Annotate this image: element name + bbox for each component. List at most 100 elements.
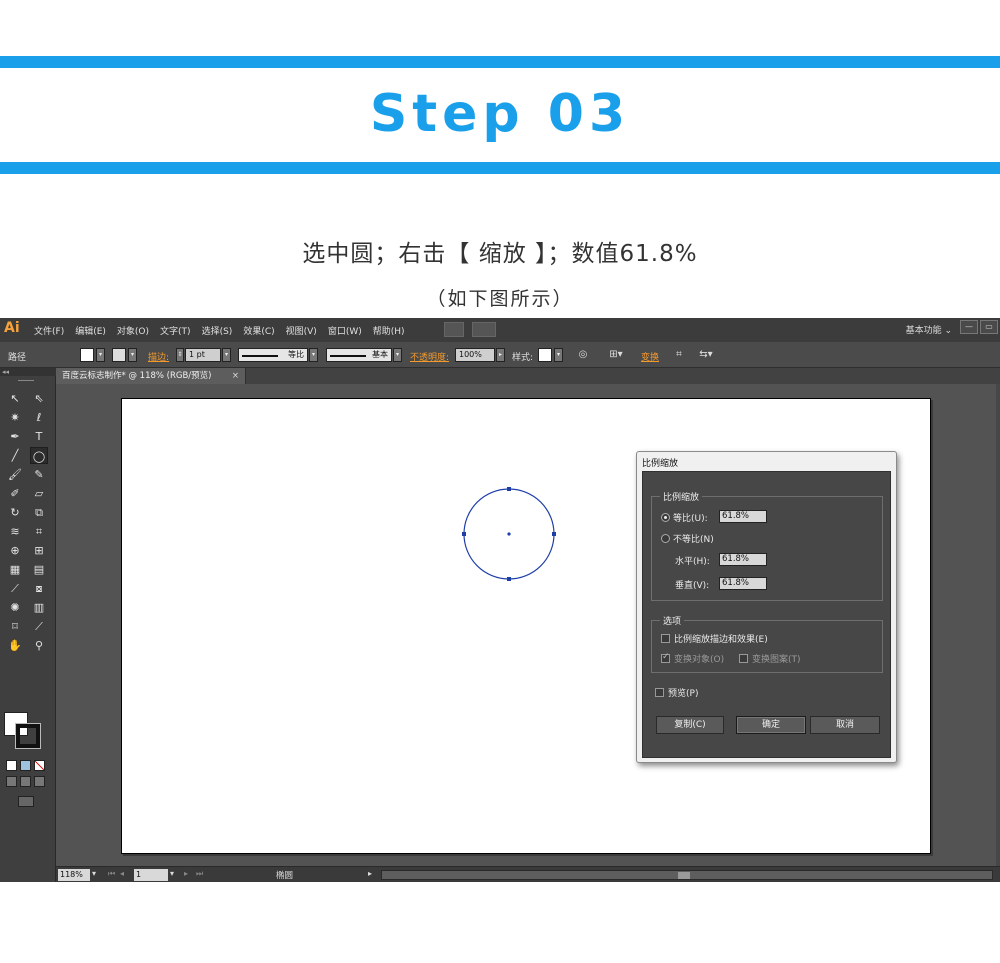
- draw-behind-icon[interactable]: [20, 776, 31, 787]
- menu-view[interactable]: 视图(V): [286, 324, 317, 337]
- uniform-option[interactable]: 等比(U):: [661, 511, 708, 524]
- zoom-field[interactable]: 118%: [58, 869, 90, 881]
- opacity-label[interactable]: 不透明度:: [410, 350, 449, 363]
- graphic-style-swatch[interactable]: [538, 348, 552, 362]
- stroke-weight-field[interactable]: 1 pt: [185, 348, 221, 362]
- anchor-bottom[interactable]: [507, 577, 511, 581]
- isolate-icon[interactable]: ⌗: [672, 349, 686, 361]
- cancel-button[interactable]: 取消: [810, 716, 880, 734]
- menu-effect[interactable]: 效果(C): [243, 324, 274, 337]
- paintbrush-icon[interactable]: 🖌: [6, 466, 24, 483]
- previous-artboard-icon[interactable]: ◂: [120, 869, 124, 878]
- pencil-icon[interactable]: ✎: [30, 466, 48, 483]
- menu-edit[interactable]: 编辑(E): [75, 324, 106, 337]
- stroke-dropdown[interactable]: ▾: [128, 348, 137, 362]
- rotate-icon[interactable]: ↻: [6, 504, 24, 521]
- control-panel-menu-icon[interactable]: ⇆▾: [694, 349, 718, 361]
- bridge-icon[interactable]: [444, 322, 464, 337]
- zoom-icon[interactable]: ⚲: [30, 637, 48, 654]
- profile-dropdown[interactable]: ▾: [309, 348, 318, 362]
- gradient-mode-icon[interactable]: [20, 760, 31, 771]
- stroke-label[interactable]: 描边:: [148, 350, 169, 363]
- draw-normal-icon[interactable]: [6, 776, 17, 787]
- blend-icon[interactable]: ⧇: [30, 580, 48, 597]
- restore-button[interactable]: ▭: [980, 320, 998, 334]
- none-mode-icon[interactable]: [34, 760, 45, 771]
- minimize-button[interactable]: —: [960, 320, 978, 334]
- last-artboard-icon[interactable]: ⏭: [196, 869, 203, 879]
- first-artboard-icon[interactable]: ⏮: [108, 869, 115, 879]
- variable-width-profile[interactable]: 等比: [238, 348, 308, 362]
- type-tool-icon[interactable]: T: [30, 428, 48, 445]
- workspace-switcher[interactable]: 基本功能 ⌄: [906, 323, 952, 336]
- opacity-dropdown[interactable]: ▸: [496, 348, 505, 362]
- transform-patterns-option[interactable]: 变换图案(T): [739, 652, 801, 665]
- scrollbar-thumb[interactable]: [678, 872, 690, 879]
- selection-tool-icon[interactable]: ↖: [6, 390, 24, 407]
- menu-window[interactable]: 窗口(W): [328, 324, 362, 337]
- shape-builder-icon[interactable]: ⊕: [6, 542, 24, 559]
- uniform-radio[interactable]: [661, 513, 670, 522]
- document-tab[interactable]: 百度云标志制作* @ 118% (RGB/预览) ×: [56, 368, 246, 384]
- align-icon[interactable]: ⊞▾: [606, 349, 626, 361]
- transform-objects-checkbox[interactable]: [661, 652, 670, 663]
- status-menu-icon[interactable]: ▸: [368, 869, 372, 878]
- color-mode-icon[interactable]: [6, 760, 17, 771]
- line-tool-icon[interactable]: ╱: [6, 447, 24, 464]
- eraser-icon[interactable]: ▱: [30, 485, 48, 502]
- gradient-icon[interactable]: ▤: [30, 561, 48, 578]
- pen-tool-icon[interactable]: ✒: [6, 428, 24, 445]
- anchor-top[interactable]: [507, 487, 511, 491]
- warp-icon[interactable]: ≋: [6, 523, 24, 540]
- fill-swatch[interactable]: [80, 348, 94, 362]
- graph-icon[interactable]: ⊞: [30, 542, 48, 559]
- anchor-right[interactable]: [552, 532, 556, 536]
- column-graph-icon[interactable]: ▥: [30, 599, 48, 616]
- menu-file[interactable]: 文件(F): [34, 324, 64, 337]
- hand-icon[interactable]: ✋: [6, 637, 24, 654]
- transform-patterns-checkbox[interactable]: [739, 654, 748, 663]
- slice-icon[interactable]: ⟋: [30, 618, 48, 635]
- horizontal-scrollbar[interactable]: [381, 870, 993, 880]
- nonuniform-radio[interactable]: [661, 534, 670, 543]
- menu-object[interactable]: 对象(O): [117, 324, 149, 337]
- artboard-number-field[interactable]: 1: [134, 869, 168, 881]
- ok-button[interactable]: 确定: [736, 716, 806, 734]
- lasso-icon[interactable]: ℓ: [30, 409, 48, 426]
- transform-objects-option[interactable]: 变换对象(O): [661, 652, 724, 665]
- ellipse-tool-icon[interactable]: ◯: [30, 447, 48, 464]
- scale-icon[interactable]: ⧉: [30, 504, 48, 521]
- symbol-sprayer-icon[interactable]: ✺: [6, 599, 24, 616]
- brush-definition[interactable]: 基本: [326, 348, 392, 362]
- menu-help[interactable]: 帮助(H): [373, 324, 405, 337]
- stroke-color-box[interactable]: [15, 723, 41, 749]
- eyedropper-icon[interactable]: ⟋: [6, 580, 24, 597]
- stroke-weight-dropdown[interactable]: ▾: [222, 348, 231, 362]
- panel-dock-edge[interactable]: [996, 384, 1000, 866]
- vertical-field[interactable]: 61.8%: [719, 577, 767, 590]
- menu-select[interactable]: 选择(S): [202, 324, 233, 337]
- blob-brush-icon[interactable]: ✐: [6, 485, 24, 502]
- mesh-icon[interactable]: ▦: [6, 561, 24, 578]
- fill-dropdown[interactable]: ▾: [96, 348, 105, 362]
- zoom-dropdown-icon[interactable]: ▾: [92, 869, 96, 878]
- transform-label[interactable]: 变换: [641, 350, 659, 363]
- screen-mode-icon[interactable]: [18, 796, 34, 807]
- anchor-left[interactable]: [462, 532, 466, 536]
- draw-inside-icon[interactable]: [34, 776, 45, 787]
- stroke-swatch[interactable]: [112, 348, 126, 362]
- artboard-dropdown-icon[interactable]: ▾: [170, 869, 174, 878]
- preview-option[interactable]: 预览(P): [655, 686, 698, 699]
- magic-wand-icon[interactable]: ✷: [6, 409, 24, 426]
- scale-strokes-option[interactable]: 比例缩放描边和效果(E): [661, 632, 768, 645]
- panel-grip[interactable]: ◂◂: [0, 368, 56, 376]
- free-transform-icon[interactable]: ⌗: [30, 523, 48, 540]
- artboard-icon[interactable]: ⌑: [6, 618, 24, 635]
- copy-button[interactable]: 复制(C): [656, 716, 724, 734]
- scale-strokes-checkbox[interactable]: [661, 634, 670, 643]
- recolor-artwork-icon[interactable]: ◎: [576, 349, 590, 361]
- opacity-field[interactable]: 100%: [455, 348, 495, 362]
- direct-selection-tool-icon[interactable]: ⇖: [30, 390, 48, 407]
- horizontal-field[interactable]: 61.8%: [719, 553, 767, 566]
- close-tab-icon[interactable]: ×: [232, 368, 239, 384]
